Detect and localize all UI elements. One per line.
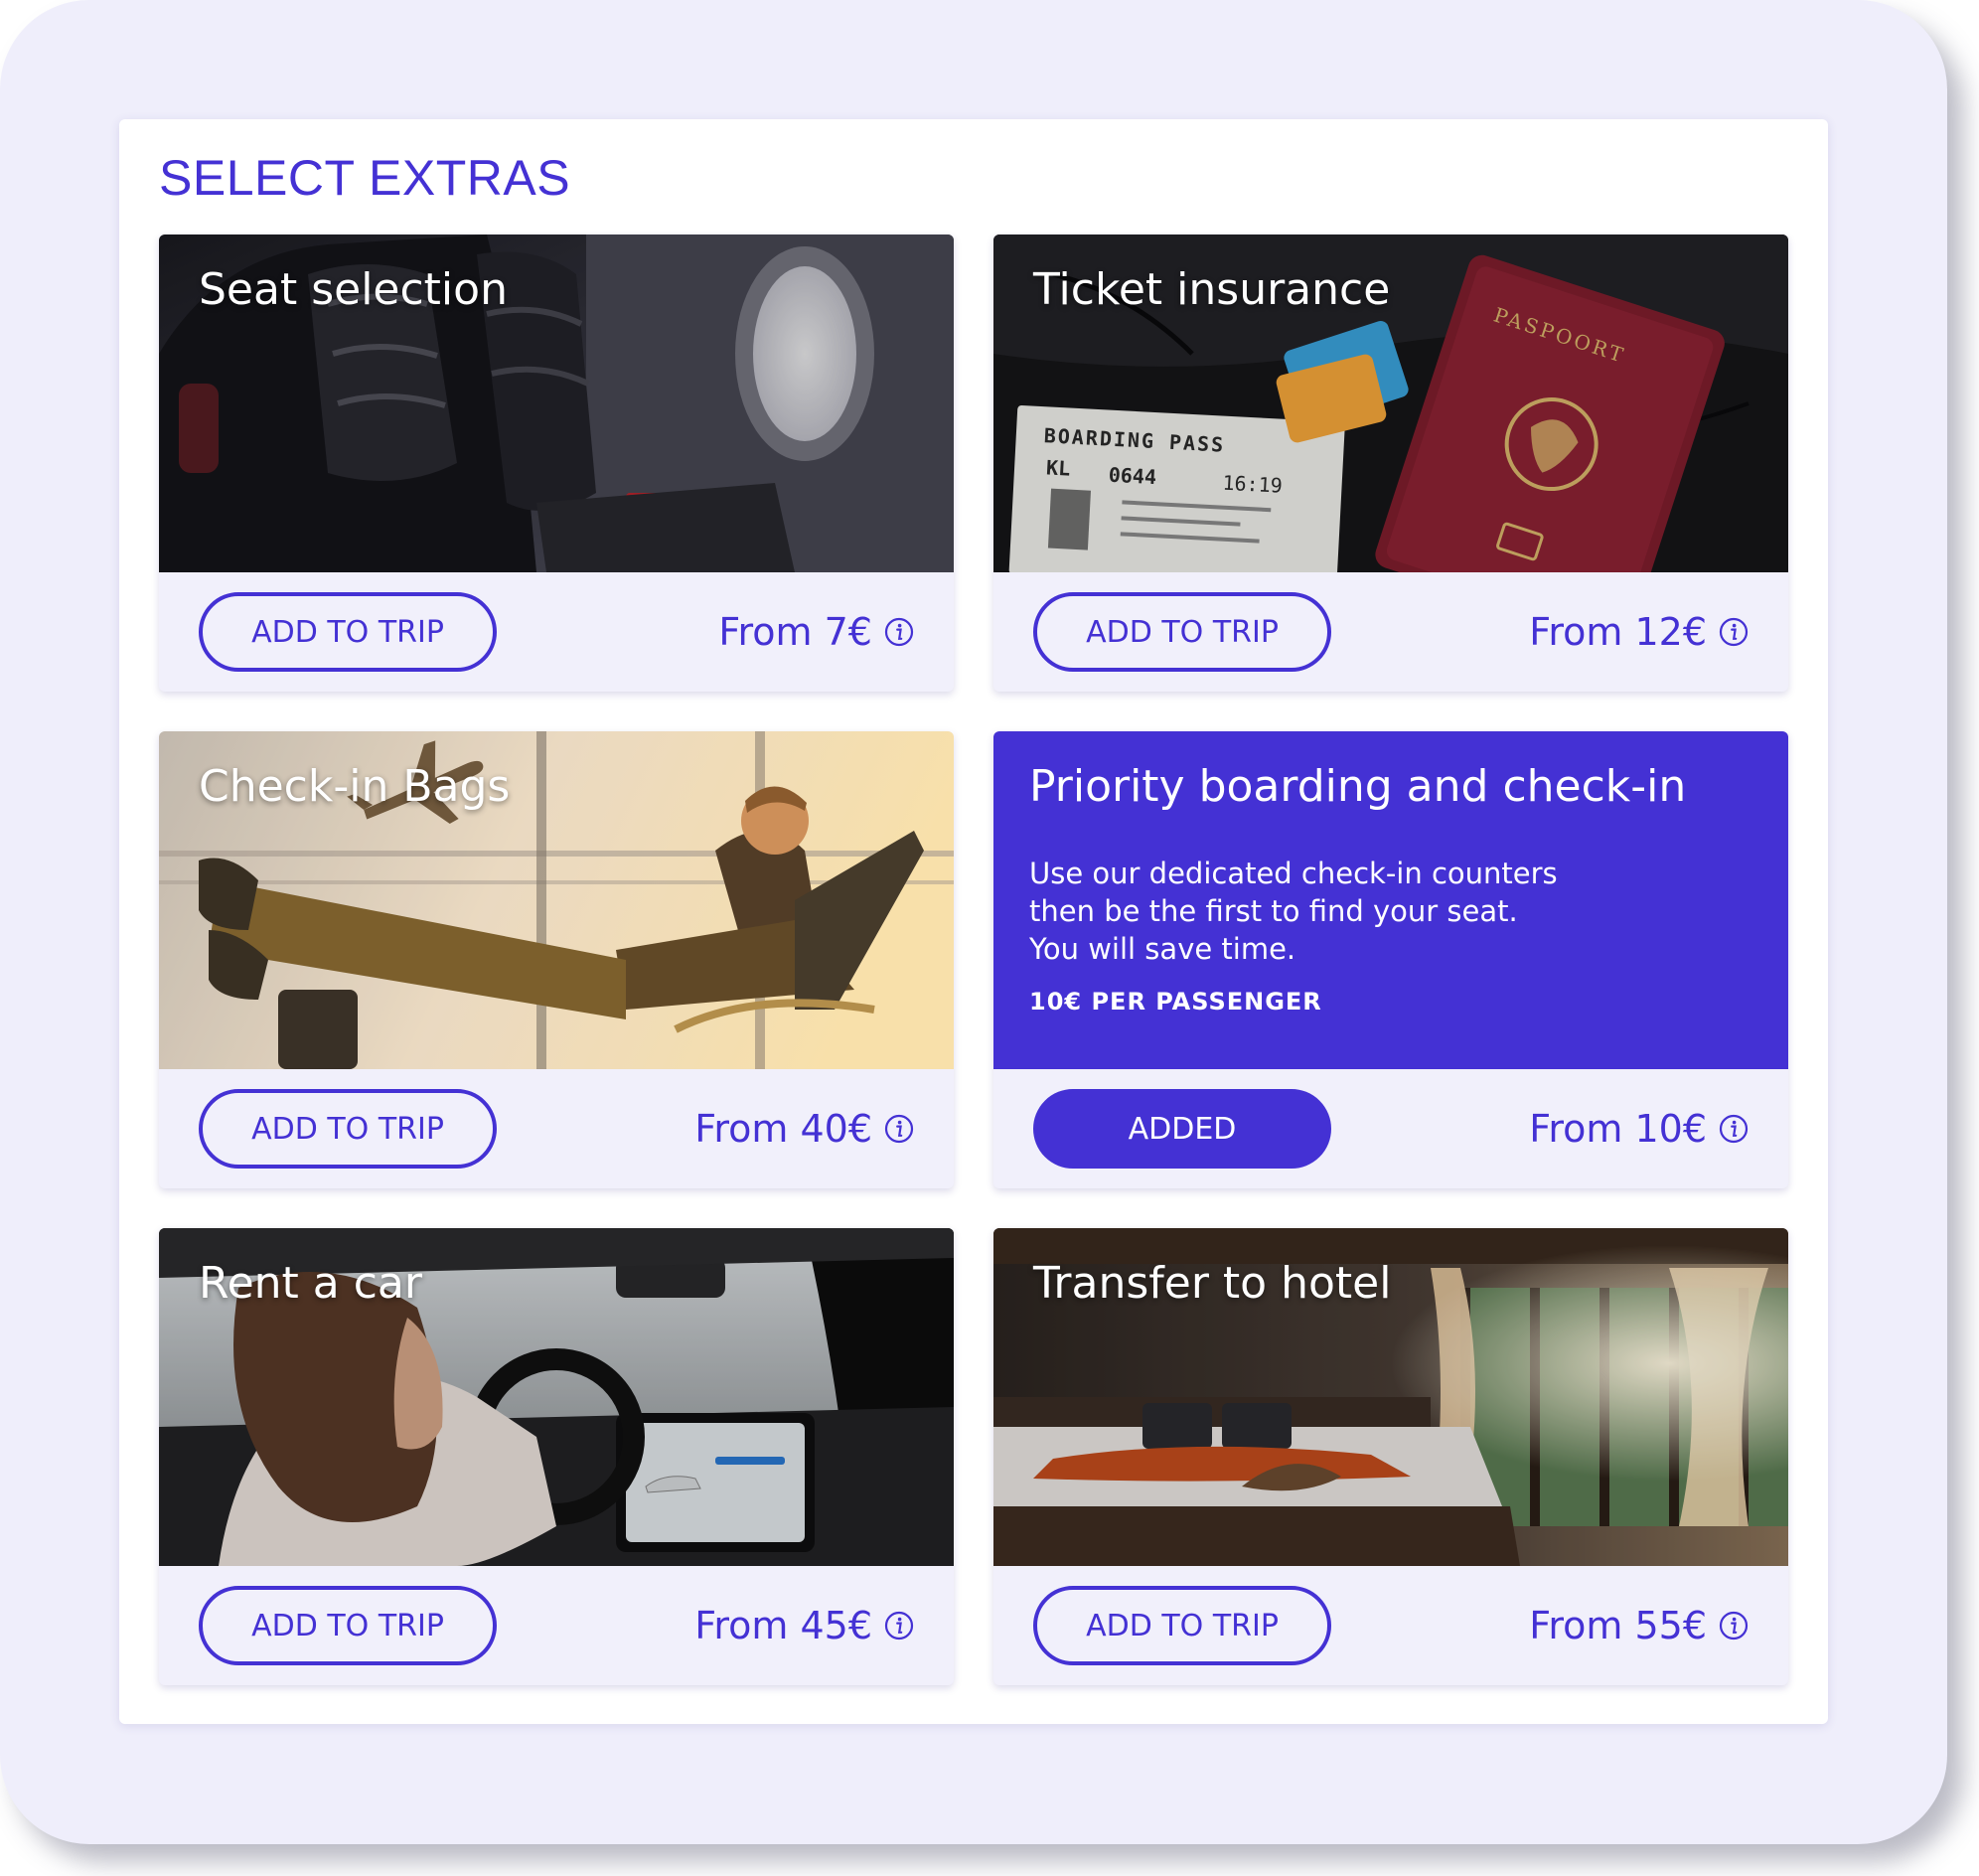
priority-boarding-details: Priority boarding and check-in Use our d… (993, 731, 1788, 1069)
extra-title: Ticket insurance (1033, 264, 1391, 315)
extra-footer: ADD TO TRIP From 55€ (993, 1566, 1788, 1685)
add-to-trip-button[interactable]: ADD TO TRIP (199, 1089, 497, 1169)
extra-title: Rent a car (199, 1258, 422, 1309)
page-frame: SELECT EXTRAS Seat selection ADD TO TRIP… (0, 0, 1947, 1844)
info-icon[interactable] (884, 617, 914, 647)
info-icon[interactable] (884, 1114, 914, 1144)
page-title: SELECT EXTRAS (159, 150, 571, 206)
price-label: From 45€ (694, 1604, 872, 1647)
description-line: You will save time. (1029, 932, 1296, 966)
description-line: then be the first to find your seat. (1029, 894, 1518, 928)
add-to-trip-button[interactable]: ADD TO TRIP (1033, 1586, 1331, 1665)
extra-card-rent-a-car: Rent a car ADD TO TRIP From 45€ (159, 1228, 954, 1685)
extra-card-priority-boarding: Priority boarding and check-in Use our d… (993, 731, 1788, 1188)
priority-description: Use our dedicated check-in counters then… (1029, 855, 1558, 968)
price: From 45€ (694, 1596, 914, 1655)
extra-card-check-in-bags: Check-in Bags ADD TO TRIP From 40€ (159, 731, 954, 1188)
extra-footer: ADDED From 10€ (993, 1069, 1788, 1188)
price: From 12€ (1529, 602, 1749, 662)
extra-footer: ADD TO TRIP From 45€ (159, 1566, 954, 1685)
price-per-passenger: 10€ PER PASSENGER (1029, 988, 1322, 1016)
price-label: From 40€ (694, 1107, 872, 1151)
add-to-trip-button[interactable]: ADD TO TRIP (199, 1586, 497, 1665)
price-label: From 12€ (1529, 610, 1707, 654)
info-icon[interactable] (1719, 1611, 1749, 1641)
price: From 7€ (718, 602, 914, 662)
extra-title: Transfer to hotel (1033, 1258, 1392, 1309)
add-to-trip-button[interactable]: ADD TO TRIP (1033, 592, 1331, 672)
description-line: Use our dedicated check-in counters (1029, 857, 1558, 890)
extra-card-ticket-insurance: BOARDING PASS KL 0644 16:19 PASPOORT Tic… (993, 234, 1788, 692)
extra-card-transfer-to-hotel: Transfer to hotel ADD TO TRIP From 55€ (993, 1228, 1788, 1685)
extra-footer: ADD TO TRIP From 12€ (993, 572, 1788, 692)
extra-footer: ADD TO TRIP From 40€ (159, 1069, 954, 1188)
extra-title: Priority boarding and check-in (1029, 761, 1687, 812)
price: From 10€ (1529, 1099, 1749, 1159)
price: From 55€ (1529, 1596, 1749, 1655)
extra-footer: ADD TO TRIP From 7€ (159, 572, 954, 692)
info-icon[interactable] (1719, 1114, 1749, 1144)
extras-panel: SELECT EXTRAS Seat selection ADD TO TRIP… (119, 119, 1828, 1724)
price: From 40€ (694, 1099, 914, 1159)
price-label: From 7€ (718, 610, 872, 654)
extra-title: Check-in Bags (199, 761, 511, 812)
extra-card-seat-selection: Seat selection ADD TO TRIP From 7€ (159, 234, 954, 692)
info-icon[interactable] (1719, 617, 1749, 647)
extra-title: Seat selection (199, 264, 508, 315)
added-button[interactable]: ADDED (1033, 1089, 1331, 1169)
price-label: From 10€ (1529, 1107, 1707, 1151)
price-label: From 55€ (1529, 1604, 1707, 1647)
info-icon[interactable] (884, 1611, 914, 1641)
add-to-trip-button[interactable]: ADD TO TRIP (199, 592, 497, 672)
